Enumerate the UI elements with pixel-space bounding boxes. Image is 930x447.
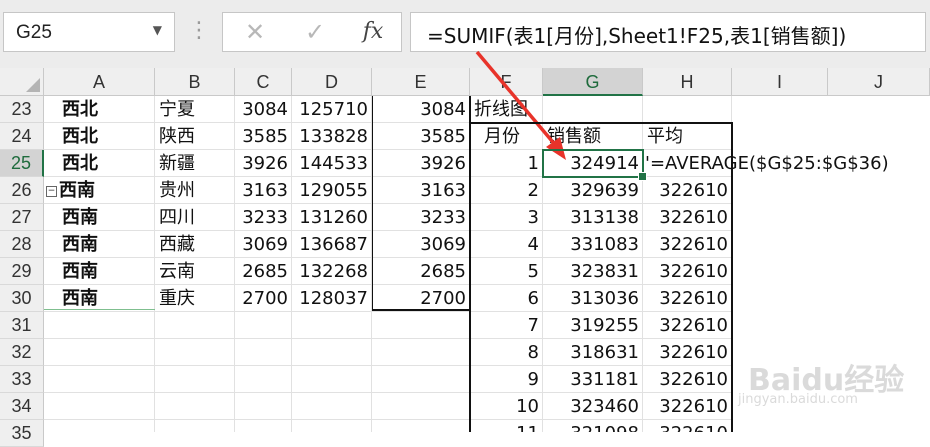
group-line: [44, 309, 155, 310]
table-border-bottom: [372, 309, 470, 311]
table2-border-top: [470, 122, 732, 124]
active-cell-selection[interactable]: [542, 149, 644, 178]
table2-border-right: [731, 122, 733, 432]
arrow-shaft: [475, 50, 559, 149]
watermark-url: jingyan.baidu.com: [738, 392, 858, 407]
table-border-left: [372, 96, 373, 310]
fill-handle[interactable]: [638, 172, 647, 181]
table-border-right: [469, 96, 471, 432]
